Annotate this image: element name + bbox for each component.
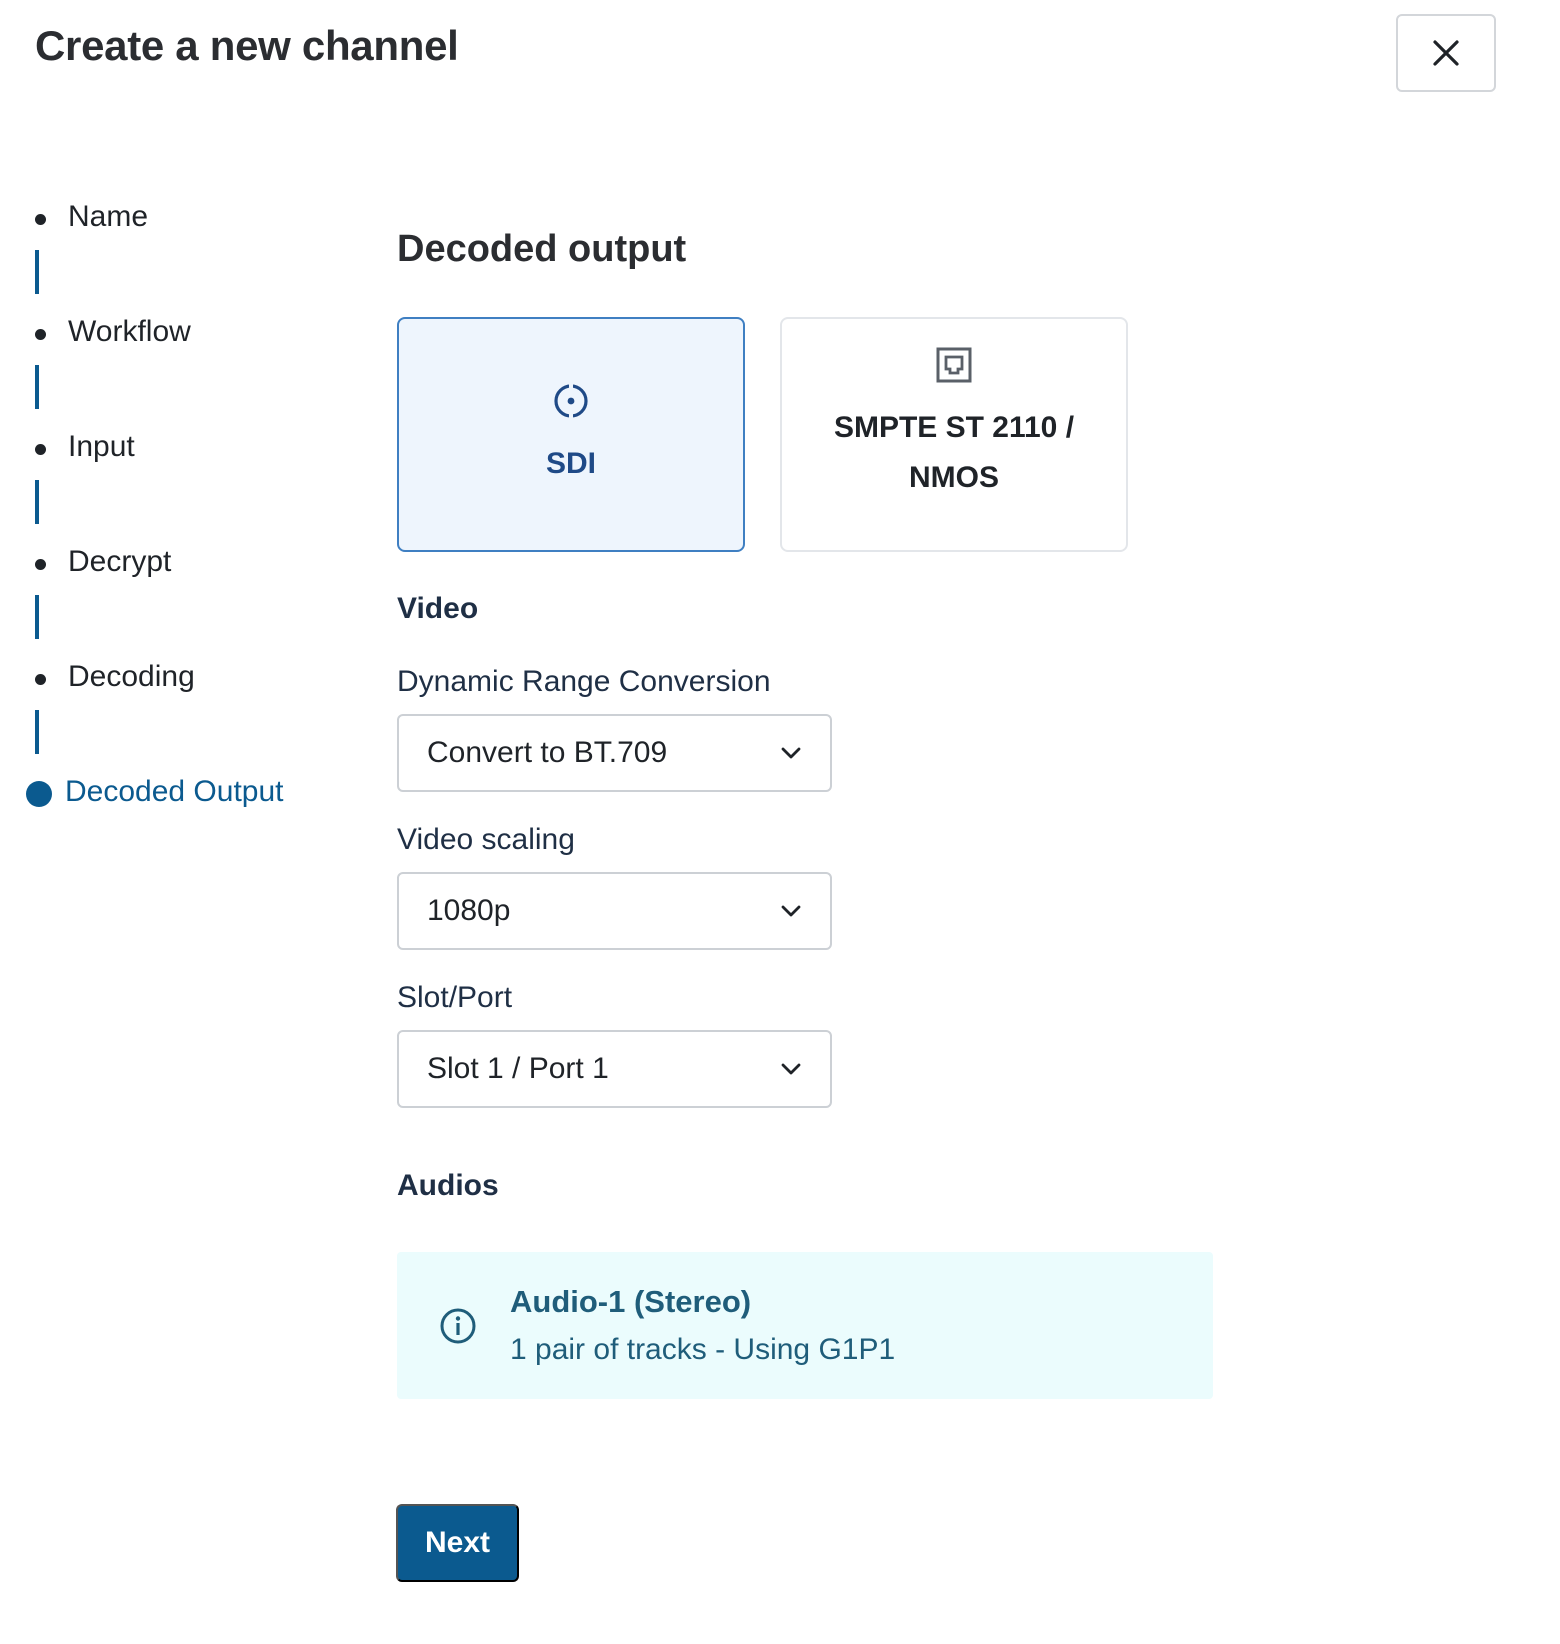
close-icon	[1433, 40, 1459, 66]
select-value: 1080p	[427, 894, 511, 927]
select-value: Slot 1 / Port 1	[427, 1052, 609, 1085]
step-connector	[35, 595, 39, 639]
select-value: Convert to BT.709	[427, 736, 668, 769]
step-connector	[35, 710, 39, 754]
dynamic-range-label: Dynamic Range Conversion	[397, 665, 771, 698]
step-bullet	[35, 329, 46, 340]
step-bullet	[35, 559, 46, 570]
chevron-down-icon	[781, 905, 801, 917]
active-step-indicator	[26, 781, 52, 807]
card-label-line: NMOS	[908, 460, 999, 494]
sdi-connector-icon	[554, 382, 588, 419]
audios-heading: Audios	[397, 1169, 499, 1202]
chevron-down-icon	[781, 747, 801, 759]
step-label: Decoding	[68, 660, 195, 693]
close-button[interactable]	[1396, 14, 1496, 92]
step-bullet	[35, 444, 46, 455]
info-icon	[440, 1308, 476, 1344]
card-label: SMPTE ST 2110 / NMOS	[834, 403, 1074, 503]
audio-info-box: Audio-1 (Stereo) 1 pair of tracks - Usin…	[397, 1252, 1213, 1399]
card-label-line: SMPTE ST 2110 /	[833, 410, 1075, 444]
step-label: Workflow	[68, 315, 191, 348]
output-type-smpte-card[interactable]: SMPTE ST 2110 / NMOS	[780, 317, 1128, 552]
output-type-sdi-card[interactable]: SDI	[397, 317, 745, 552]
ethernet-port-icon	[936, 347, 972, 382]
audio-title: Audio-1 (Stereo)	[510, 1284, 752, 1319]
step-label: Input	[68, 430, 135, 463]
step-label: Decoded Output	[65, 775, 284, 808]
step-connector	[35, 250, 39, 294]
step-label: Decrypt	[68, 545, 172, 578]
step-bullet	[35, 674, 46, 685]
slot-port-select[interactable]: Slot 1 / Port 1	[397, 1030, 832, 1108]
audio-description: 1 pair of tracks - Using G1P1	[510, 1333, 896, 1366]
step-label: Name	[68, 200, 149, 233]
step-connector	[35, 365, 39, 409]
video-scaling-label: Video scaling	[397, 823, 575, 856]
slot-port-label: Slot/Port	[397, 981, 513, 1014]
step-bullet	[35, 214, 46, 225]
section-title: Decoded output	[397, 228, 687, 270]
chevron-down-icon	[781, 1063, 801, 1075]
video-heading: Video	[397, 592, 479, 625]
dynamic-range-select[interactable]: Convert to BT.709	[397, 714, 832, 792]
page-title: Create a new channel	[35, 22, 459, 69]
video-scaling-select[interactable]: 1080p	[397, 872, 832, 950]
card-label: SDI	[545, 446, 596, 480]
step-connector	[35, 480, 39, 524]
next-button[interactable]: Next	[396, 1504, 519, 1582]
